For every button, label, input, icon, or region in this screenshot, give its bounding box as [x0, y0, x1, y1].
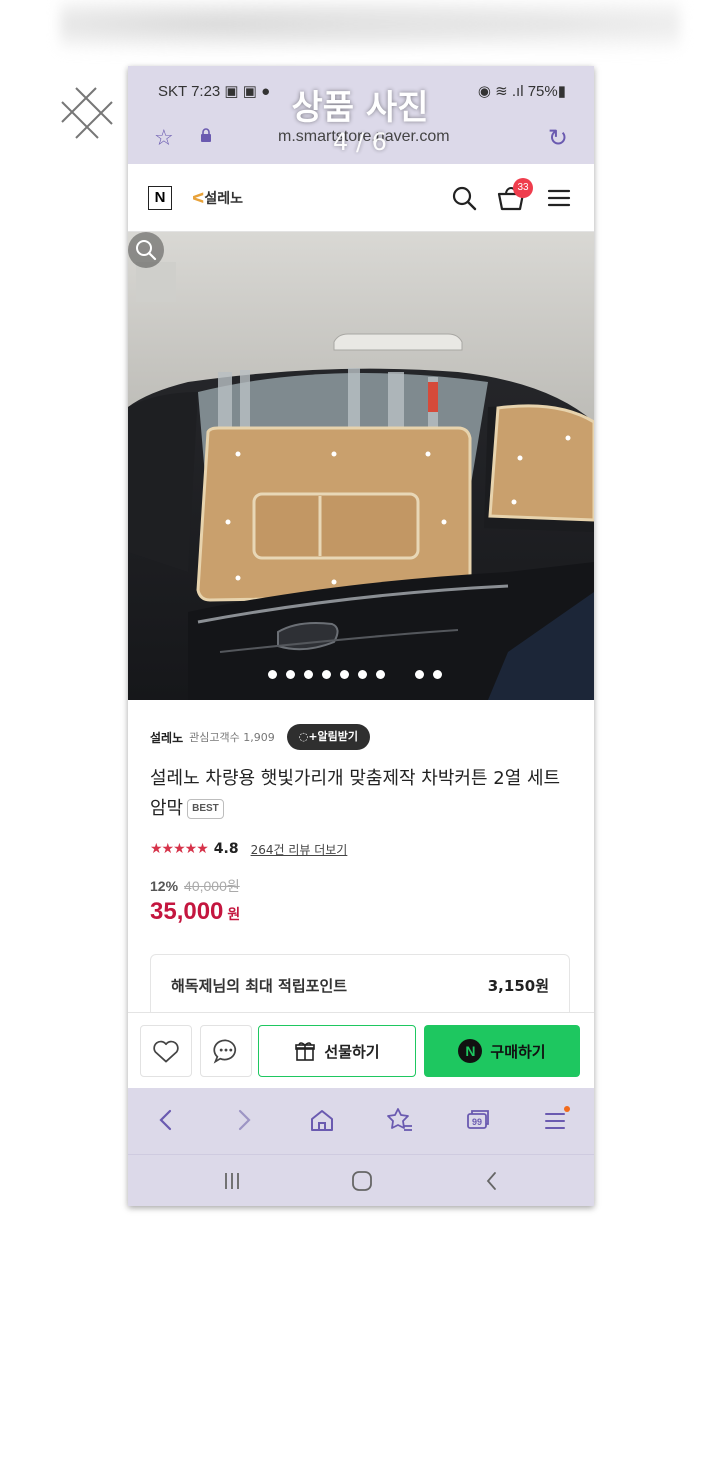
product-title: 설레노 차량용 햇빛가리개 맞춤제작 차박커튼 2열 세트 암막 BEST	[150, 764, 574, 824]
purchase-action-bar: 선물하기 N 구매하기	[128, 1012, 594, 1088]
rating-stars-icon: ★★★★★	[150, 841, 209, 857]
talk-chat-button[interactable]	[200, 1025, 252, 1077]
seller-row: 설레노 관심고객수 1,909 ◌+알림받기	[150, 722, 371, 752]
recent-apps-icon[interactable]	[218, 1169, 246, 1193]
blurred-background	[60, 0, 680, 60]
sale-price: 35,000	[150, 898, 224, 925]
buy-button[interactable]: N 구매하기	[424, 1025, 580, 1077]
naver-pay-icon: N	[458, 1039, 483, 1063]
gift-icon	[295, 1042, 316, 1061]
store-header: N ᐸ설레노 33	[128, 164, 594, 232]
image-counter: 4 / 6	[333, 128, 387, 156]
best-badge: BEST	[187, 799, 224, 819]
system-back-icon[interactable]	[478, 1169, 506, 1193]
product-photo[interactable]	[128, 232, 594, 700]
store-name-label: 설레노	[204, 191, 244, 207]
product-info: 설레노 관심고객수 1,909 ◌+알림받기 설레노 차량용 햇빛가리개 맞춤제…	[128, 700, 594, 1024]
back-arrow-icon[interactable]	[150, 1104, 182, 1136]
browser-navigation-bar: 99	[128, 1088, 594, 1154]
pagination-dot[interactable]	[376, 670, 385, 679]
viewer-title: 상품 사진	[291, 88, 429, 128]
buy-button-label: 구매하기	[490, 1042, 546, 1061]
forward-arrow-icon[interactable]	[228, 1104, 260, 1136]
rating-value: 4.8	[213, 841, 239, 857]
price-row: 35,000 원	[150, 898, 240, 926]
pagination-dot[interactable]	[340, 670, 349, 679]
svg-text:99: 99	[472, 1117, 482, 1127]
store-logo-mark: ᐸ	[192, 191, 205, 207]
pagination-gap	[394, 670, 406, 682]
discount-row: 12% 40,000원	[150, 876, 240, 896]
pagination-dot[interactable]	[268, 670, 277, 679]
pagination-dot[interactable]	[322, 670, 331, 679]
rating-row: ★★★★★ 4.8 264건 리뷰 더보기	[150, 838, 347, 860]
tabs-icon[interactable]: 99	[462, 1104, 494, 1136]
photo-pagination-dots	[268, 670, 442, 682]
follower-count: 관심고객수 1,909	[189, 731, 275, 744]
system-navigation-bar	[128, 1154, 594, 1206]
pagination-dot[interactable]	[433, 670, 442, 679]
gift-button[interactable]: 선물하기	[258, 1025, 416, 1077]
zoom-icon[interactable]	[128, 232, 164, 268]
alarm-subscribe-button[interactable]: ◌+알림받기	[286, 724, 371, 750]
wishlist-heart-button[interactable]	[140, 1025, 192, 1077]
browser-menu-icon[interactable]	[540, 1104, 572, 1136]
points-value: 3,150원	[487, 977, 549, 995]
store-name[interactable]: ᐸ설레노	[192, 188, 243, 208]
bookmarks-icon[interactable]	[384, 1104, 416, 1136]
menu-icon[interactable]	[546, 186, 572, 210]
cart-count-badge: 33	[513, 178, 533, 198]
seller-name[interactable]: 설레노	[150, 729, 183, 746]
home-icon[interactable]	[306, 1104, 338, 1136]
points-label: 해독제님의 최대 적립포인트	[171, 977, 348, 995]
pagination-dot[interactable]	[415, 670, 424, 679]
naver-logo-icon[interactable]: N	[148, 186, 172, 210]
search-icon[interactable]	[450, 184, 478, 212]
price-unit: 원	[227, 907, 241, 923]
pagination-dot[interactable]	[358, 670, 367, 679]
phone-screenshot: SKT 7:23 ▣ ▣ ● ◉ ≋ .ıl 75%▮ ☆ m.smartsto…	[128, 66, 594, 1206]
car-interior-image	[128, 232, 594, 700]
home-button-icon[interactable]	[348, 1169, 376, 1193]
original-price: 40,000원	[184, 878, 240, 894]
reviews-link[interactable]: 264건 리뷰 더보기	[251, 841, 348, 858]
discount-rate: 12%	[150, 878, 179, 894]
gift-button-label: 선물하기	[324, 1042, 380, 1061]
pagination-dot[interactable]	[304, 670, 313, 679]
pagination-dot[interactable]	[286, 670, 295, 679]
